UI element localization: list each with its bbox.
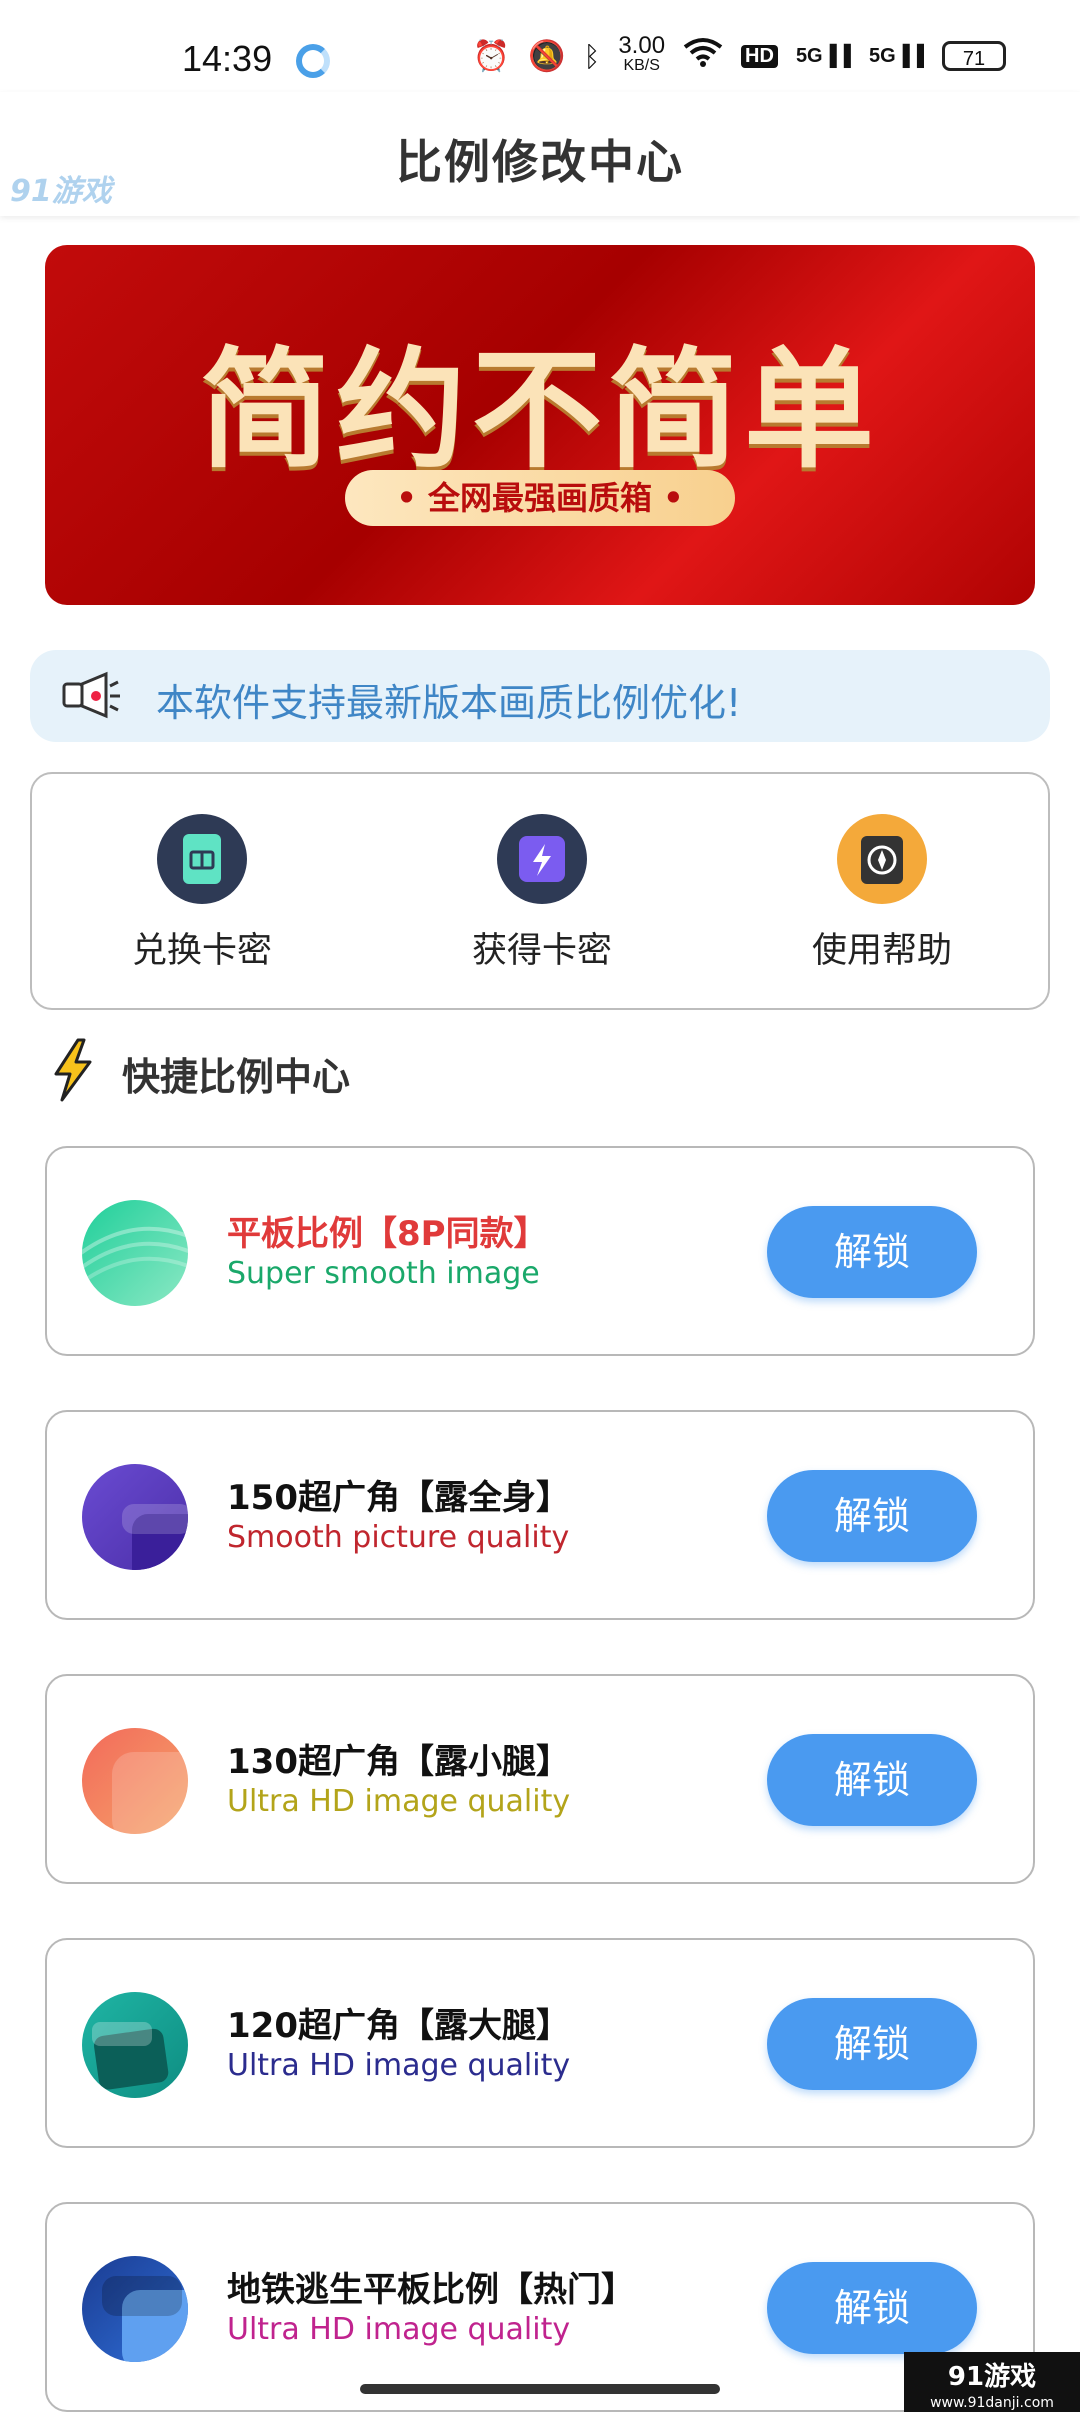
corner-watermark: 91游戏 www.91danji.com <box>904 2352 1080 2412</box>
redeem-card-button[interactable]: 兑换卡密 <box>92 814 312 973</box>
hd-badge: HD <box>741 44 778 68</box>
notice-bar: 本软件支持最新版本画质比例优化! <box>30 650 1050 742</box>
watermark-logo: 91游戏 <box>10 174 112 209</box>
waves-icon <box>82 1200 188 1306</box>
promo-banner[interactable]: 简约不简单 • 全网最强画质箱 • <box>45 245 1035 605</box>
alarm-icon: ⏰ <box>472 38 511 74</box>
net-speed-value: 3.00 <box>618 32 666 59</box>
signal-5g-1: 5G▐▐ <box>795 44 851 67</box>
gesture-bar[interactable] <box>360 2384 720 2394</box>
battery-indicator: 71 <box>942 41 1006 71</box>
mute-icon: 🔕 <box>528 38 566 74</box>
layers-icon <box>82 1464 188 1570</box>
notice-text: 本软件支持最新版本画质比例优化! <box>156 681 742 725</box>
unlock-button[interactable]: 解锁 <box>767 1998 977 2090</box>
card-subtitle: Smooth picture quality <box>227 1520 570 1555</box>
card-title: 130超广角【露小腿】 <box>227 1742 570 1782</box>
corner-watermark-sub: www.91danji.com <box>930 2395 1054 2411</box>
unlock-button[interactable]: 解锁 <box>767 1470 977 1562</box>
page-title: 比例修改中心 <box>396 135 684 189</box>
ratio-card-130: 130超广角【露小腿】 Ultra HD image quality 解锁 <box>45 1674 1035 1884</box>
ratio-card-subway: 地铁逃生平板比例【热门】 Ultra HD image quality 解锁 <box>45 2202 1035 2412</box>
corner-watermark-main: 91游戏 <box>947 2362 1037 2392</box>
redeem-card-label: 兑换卡密 <box>131 931 272 971</box>
ratio-card-150: 150超广角【露全身】 Smooth picture quality 解锁 <box>45 1410 1035 1620</box>
quick-actions-panel: 兑换卡密 获得卡密 使用帮助 <box>30 772 1050 1010</box>
ratio-card-tablet: 平板比例【8P同款】 Super smooth image 解锁 <box>45 1146 1035 1356</box>
megaphone-icon <box>58 670 122 722</box>
card-title: 150超广角【露全身】 <box>227 1478 570 1518</box>
card-title: 120超广角【露大腿】 <box>227 2006 570 2046</box>
layers-icon <box>82 1992 188 2098</box>
help-button[interactable]: 使用帮助 <box>772 814 992 973</box>
lightning-card-icon <box>497 814 587 904</box>
banner-title: 简约不简单 <box>199 334 880 486</box>
card-book-icon <box>157 814 247 904</box>
section-title: 快捷比例中心 <box>122 1055 351 1099</box>
card-title: 地铁逃生平板比例【热门】 <box>227 2270 635 2310</box>
layers-icon <box>82 1728 188 1834</box>
net-speed-unit: KB/S <box>623 57 660 74</box>
banner-pill: • 全网最强画质箱 • <box>345 470 735 526</box>
get-card-label: 获得卡密 <box>471 931 612 971</box>
app-notification-icon <box>296 44 330 78</box>
status-icons: ⏰ 🔕 ᛒ 3.00 KB/S HD 5G▐▐ 5G▐▐ 71 <box>472 32 1006 76</box>
card-subtitle: Ultra HD image quality <box>227 2312 571 2347</box>
card-subtitle: Ultra HD image quality <box>227 2048 571 2083</box>
card-subtitle: Super smooth image <box>227 1256 540 1291</box>
status-bar: 14:39 ⏰ 🔕 ᛒ 3.00 KB/S HD 5G▐▐ 5G▐▐ 71 <box>0 0 1080 92</box>
layers-icon <box>82 2256 188 2362</box>
card-title: 平板比例【8P同款】 <box>227 1214 548 1254</box>
status-time: 14:39 <box>182 38 273 79</box>
unlock-button[interactable]: 解锁 <box>767 1734 977 1826</box>
network-speed: 3.00 KB/S <box>618 32 666 76</box>
wifi-icon <box>683 37 723 75</box>
signal-5g-2: 5G▐▐ <box>868 44 924 67</box>
app-header: 比例修改中心 91游戏 <box>0 92 1080 216</box>
signal-5g-1-label: 5G <box>795 44 823 67</box>
ratio-card-120: 120超广角【露大腿】 Ultra HD image quality 解锁 <box>45 1938 1035 2148</box>
card-subtitle: Ultra HD image quality <box>227 1784 571 1819</box>
bluetooth-icon: ᛒ <box>583 39 601 73</box>
lightning-bolt-icon <box>50 1038 96 1102</box>
unlock-button[interactable]: 解锁 <box>767 2262 977 2354</box>
signal-5g-2-label: 5G <box>868 44 896 67</box>
get-card-button[interactable]: 获得卡密 <box>432 814 652 973</box>
unlock-button[interactable]: 解锁 <box>767 1206 977 1298</box>
compass-icon <box>837 814 927 904</box>
help-label: 使用帮助 <box>811 931 952 971</box>
